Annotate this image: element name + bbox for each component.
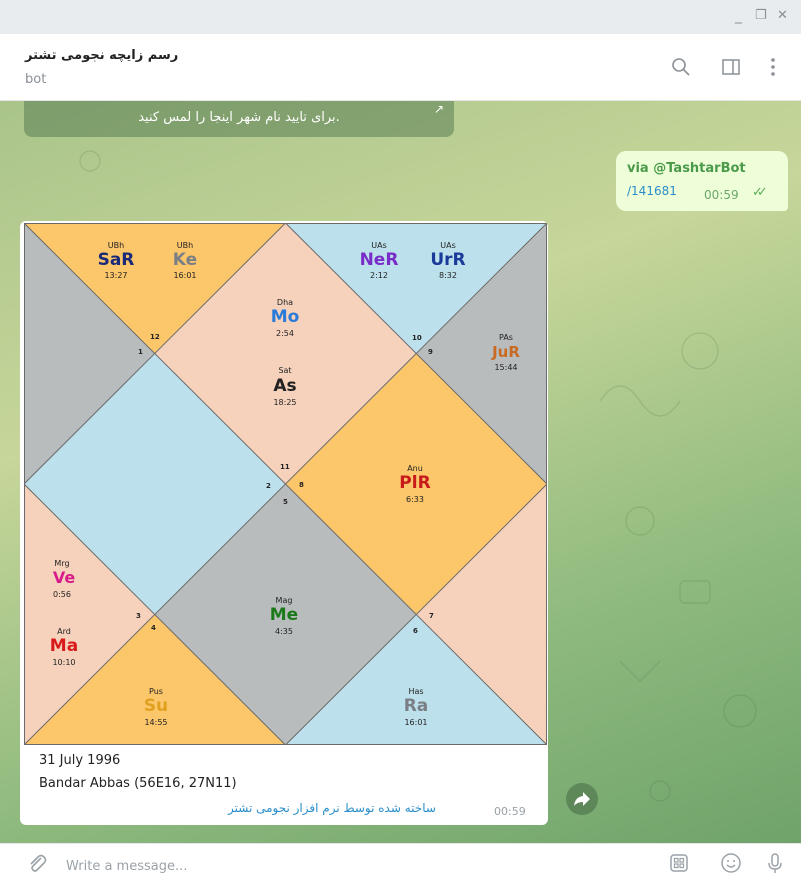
- planet-degree: 0:56: [53, 590, 71, 599]
- nakshatra-label: Has: [408, 687, 423, 696]
- planet-name: Mo: [271, 307, 300, 327]
- planet-degree: 18:25: [273, 398, 296, 407]
- planet-degree: 8:32: [439, 271, 457, 280]
- house-number: 2: [266, 482, 271, 490]
- nakshatra-label: UBh: [177, 241, 193, 250]
- search-icon[interactable]: [668, 54, 694, 80]
- planet-degree: 16:01: [173, 271, 196, 280]
- nakshatra-label: Mag: [276, 596, 293, 605]
- message-time: 00:59: [704, 188, 739, 202]
- house-number: 12: [150, 333, 160, 341]
- planet-name: Ma: [50, 636, 78, 656]
- nakshatra-label: UBh: [108, 241, 124, 250]
- chat-title[interactable]: رسم زایچه نجومی تشتر: [25, 48, 178, 63]
- chart-photo-message[interactable]: 1 2 3 4 5 6 7 8 9 10 11 12 UBh SaR 13:27: [20, 221, 548, 825]
- nakshatra-label: PAs: [499, 333, 513, 342]
- planet-name: SaR: [98, 250, 135, 270]
- caption-date: 31 July 1996: [39, 753, 121, 768]
- minimize-button[interactable]: _: [735, 8, 742, 24]
- bot-commands-icon[interactable]: [666, 850, 692, 876]
- via-bot-message[interactable]: via @TashtarBot /141681 00:59 ✓✓: [616, 151, 788, 211]
- nakshatra-label: UAs: [371, 241, 387, 250]
- window-titlebar: _ ❐ ✕: [0, 0, 801, 34]
- planet-degree: 2:12: [370, 271, 388, 280]
- close-button[interactable]: ✕: [777, 8, 788, 24]
- paperclip-icon[interactable]: [24, 850, 50, 876]
- house-number: 3: [136, 612, 141, 620]
- more-menu-icon[interactable]: [760, 54, 786, 80]
- nakshatra-label: Ard: [57, 627, 71, 636]
- confirm-city-inline-button[interactable]: برای تایید نام شهر اینجا را لمس کنید. ↗: [24, 101, 454, 137]
- planet-name: UrR: [430, 250, 465, 270]
- planet-degree: 4:35: [275, 627, 293, 636]
- message-composer: Write a message...: [0, 843, 801, 881]
- planet-name: JuR: [491, 343, 520, 361]
- planet-degree: 15:44: [494, 363, 517, 372]
- planet-name: Ve: [53, 568, 76, 587]
- nakshatra-label: Anu: [407, 464, 423, 473]
- message-input[interactable]: Write a message...: [66, 859, 187, 874]
- chat-header: رسم زایچه نجومی تشتر bot: [0, 34, 801, 101]
- caption-place: Bandar Abbas (56E16, 27N11): [39, 776, 237, 791]
- bot-command-link[interactable]: /141681: [627, 184, 677, 198]
- planet-degree: 13:27: [104, 271, 127, 280]
- read-check-icon: ✓✓: [752, 185, 768, 200]
- restore-button[interactable]: ❐: [755, 8, 767, 24]
- nakshatra-label: Pus: [149, 687, 163, 696]
- house-number: 4: [151, 624, 156, 632]
- astrology-chart-image[interactable]: 1 2 3 4 5 6 7 8 9 10 11 12 UBh SaR 13:27: [24, 223, 547, 745]
- caption-note-link[interactable]: ساخته شده توسط نرم افزار نجومی تشتر: [228, 801, 436, 815]
- planet-degree: 16:01: [404, 718, 427, 727]
- house-number: 11: [280, 463, 290, 471]
- arrow-icon: ↗: [433, 102, 444, 116]
- planet-degree: 2:54: [276, 329, 294, 338]
- via-bot-link[interactable]: via @TashtarBot: [627, 161, 746, 176]
- house-number: 1: [138, 348, 143, 356]
- house-number: 9: [428, 348, 433, 356]
- sidebar-toggle-icon[interactable]: [718, 54, 744, 80]
- chat-area[interactable]: برای تایید نام شهر اینجا را لمس کنید. ↗ …: [0, 101, 801, 843]
- house-number: 5: [283, 498, 288, 506]
- forward-button[interactable]: [566, 783, 598, 815]
- planet-degree: 14:55: [144, 718, 167, 727]
- nakshatra-label: Mrg: [54, 559, 69, 568]
- house-number: 10: [412, 334, 422, 342]
- planet-name: Ke: [173, 250, 197, 270]
- planet-name: Su: [144, 696, 168, 716]
- planet-degree: 6:33: [406, 495, 424, 504]
- planet-name: As: [273, 376, 296, 396]
- house-number: 6: [413, 627, 418, 635]
- nakshatra-label: Dha: [277, 298, 293, 307]
- emoji-icon[interactable]: [718, 850, 744, 876]
- microphone-icon[interactable]: [762, 850, 788, 876]
- nakshatra-label: Sat: [278, 366, 291, 375]
- planet-name: Ra: [404, 696, 429, 716]
- forward-arrow-icon: [574, 792, 590, 806]
- house-number: 7: [429, 612, 434, 620]
- nakshatra-label: UAs: [440, 241, 456, 250]
- house-number: 8: [299, 481, 304, 489]
- inline-button-label: برای تایید نام شهر اینجا را لمس کنید.: [138, 110, 340, 125]
- planet-degree: 10:10: [52, 658, 75, 667]
- planet-name: PlR: [399, 473, 430, 493]
- chat-subtitle: bot: [25, 72, 47, 87]
- planet-name: NeR: [360, 250, 399, 270]
- message-time: 00:59: [494, 805, 526, 818]
- planet-name: Me: [270, 605, 298, 625]
